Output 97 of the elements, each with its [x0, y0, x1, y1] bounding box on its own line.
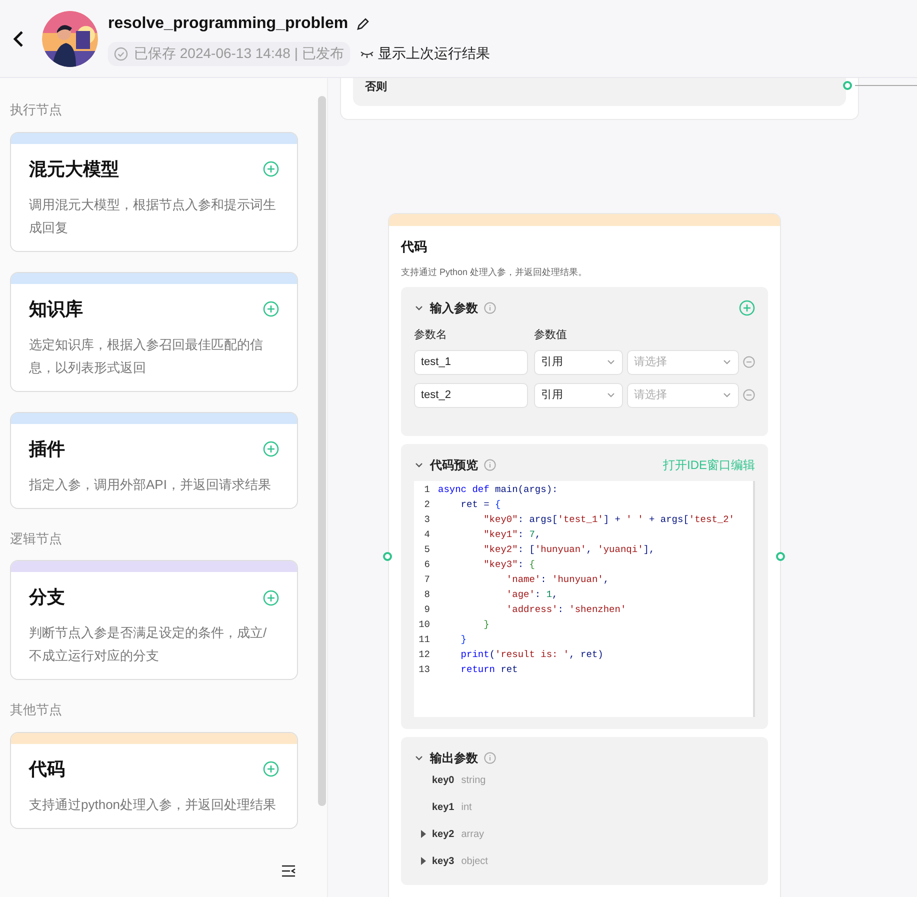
node-card[interactable]: 代码 支持通过python处理入参，并返回处理结果	[10, 732, 298, 828]
add-icon[interactable]	[263, 161, 279, 177]
connection-port[interactable]	[383, 552, 392, 561]
source-select[interactable]: 引用	[534, 382, 623, 408]
collapse-chevron-icon[interactable]	[414, 303, 424, 313]
output-name: key3	[432, 854, 454, 868]
node-subtitle: 支持通过 Python 处理入参，并返回处理结果。	[401, 266, 588, 279]
line-number: 1	[423, 482, 431, 497]
add-icon[interactable]	[263, 590, 279, 606]
line-number: 11	[418, 632, 431, 647]
back-icon[interactable]	[12, 30, 26, 48]
output-name: key0	[432, 774, 454, 788]
section-title: 执行节点	[10, 101, 63, 119]
code-line: "key3": {	[482, 558, 535, 572]
output-type: object	[461, 854, 488, 868]
card-title: 代码	[29, 758, 65, 780]
code-line: }	[460, 632, 467, 647]
output-name: key2	[432, 828, 454, 842]
add-icon[interactable]	[263, 441, 279, 457]
node-title: 代码	[401, 238, 428, 256]
line-number: 13	[418, 662, 431, 677]
code-line: return ret	[460, 662, 518, 677]
line-number: 7	[423, 572, 431, 587]
connector-line	[855, 85, 917, 86]
pencil-icon[interactable]	[356, 16, 370, 30]
node-card[interactable]: 知识库 选定知识库，根据入参召回最佳匹配的信息，以列表形式返回	[10, 272, 298, 392]
output-name: key1	[432, 800, 454, 814]
add-icon[interactable]	[739, 300, 755, 316]
code-line: ret = {	[460, 498, 501, 512]
caret-icon	[606, 390, 616, 400]
scrollbar[interactable]	[318, 96, 326, 806]
section-title: 逻辑节点	[10, 530, 63, 548]
output-type: int	[461, 800, 472, 814]
else-label: 否则	[365, 80, 387, 95]
code-line: }	[482, 618, 490, 632]
show-last-result-toggle[interactable]: 显示上次运行结果	[360, 43, 490, 64]
card-title: 插件	[29, 438, 65, 460]
info-icon	[484, 302, 496, 314]
card-description: 调用混元大模型，根据节点入参和提示词生成回复	[29, 196, 277, 236]
code-line: 'age': 1,	[505, 588, 558, 602]
code-editor[interactable]	[414, 480, 755, 716]
card-title: 混元大模型	[29, 158, 119, 180]
line-number: 12	[418, 648, 431, 662]
info-icon	[484, 752, 496, 764]
card-description: 选定知识库，根据入参召回最佳匹配的信息，以列表形式返回	[29, 336, 264, 376]
remove-icon[interactable]	[743, 356, 755, 368]
caret-icon	[722, 390, 732, 400]
line-number: 6	[423, 558, 431, 572]
caret-icon	[722, 357, 732, 367]
code-line: 'name': 'hunyuan',	[505, 572, 610, 587]
card-title: 分支	[29, 586, 65, 609]
node-card[interactable]: 分支 判断节点入参是否满足设定的条件，成立/不成立运行对应的分支	[10, 560, 298, 680]
card-description: 支持通过python处理入参，并返回处理结果	[29, 796, 278, 814]
line-number: 5	[423, 542, 431, 557]
branch-node[interactable]: 否则	[340, 78, 859, 120]
add-icon[interactable]	[263, 301, 279, 317]
source-select[interactable]: 引用	[534, 350, 623, 374]
add-icon[interactable]	[263, 761, 279, 777]
expand-triangle-icon[interactable]	[420, 857, 426, 865]
line-number: 9	[423, 602, 431, 617]
param-name-field[interactable]: test_2	[414, 382, 528, 408]
output-type: string	[461, 774, 486, 788]
section-heading: 输入参数	[430, 300, 478, 317]
param-name-field[interactable]: test_1	[414, 350, 528, 374]
collapse-icon[interactable]	[281, 864, 297, 878]
code-line: "key2": ['hunyuan', 'yuanqi'],	[482, 542, 655, 557]
card-description: 指定入参，调用外部API，并返回请求结果	[29, 476, 272, 494]
code-line: 'address': 'shenzhen'	[505, 602, 626, 617]
expand-triangle-icon[interactable]	[420, 830, 426, 838]
line-number: 2	[423, 498, 431, 512]
workflow-title: resolve_programming_problem	[108, 14, 348, 34]
eye-closed-icon	[360, 48, 374, 58]
line-number: 8	[423, 588, 431, 602]
line-number: 3	[423, 512, 431, 527]
output-type: array	[461, 828, 484, 842]
caret-icon	[606, 357, 616, 367]
info-icon	[484, 458, 496, 470]
column-header: 参数名	[414, 328, 448, 343]
node-card[interactable]: 插件 指定入参，调用外部API，并返回请求结果	[10, 412, 298, 508]
code-line: print('result is: ', ret)	[460, 648, 604, 662]
code-line: async def main(args):	[437, 482, 558, 497]
card-title: 知识库	[29, 298, 83, 320]
code-line: "key1": 7,	[482, 528, 541, 542]
code-node[interactable]	[388, 213, 781, 897]
check-circle-icon	[114, 46, 128, 60]
status-text: 已保存 2024-06-13 14:48 | 已发布	[134, 44, 344, 63]
section-title: 其他节点	[10, 701, 63, 719]
node-card[interactable]: 混元大模型 调用混元大模型，根据节点入参和提示词生成回复	[10, 132, 298, 252]
code-line: "key0": args['test_1'] + ' ' + args['test_2'	[482, 512, 734, 527]
remove-icon[interactable]	[743, 389, 755, 401]
connection-port[interactable]	[776, 552, 785, 561]
line-number: 4	[423, 528, 431, 542]
card-description: 判断节点入参是否满足设定的条件，成立/不成立运行对应的分支	[29, 624, 268, 665]
section-heading: 输出参数	[430, 750, 478, 766]
section-heading: 代码预览	[430, 456, 478, 474]
line-number: 10	[418, 618, 431, 632]
column-header: 参数值	[534, 328, 567, 343]
